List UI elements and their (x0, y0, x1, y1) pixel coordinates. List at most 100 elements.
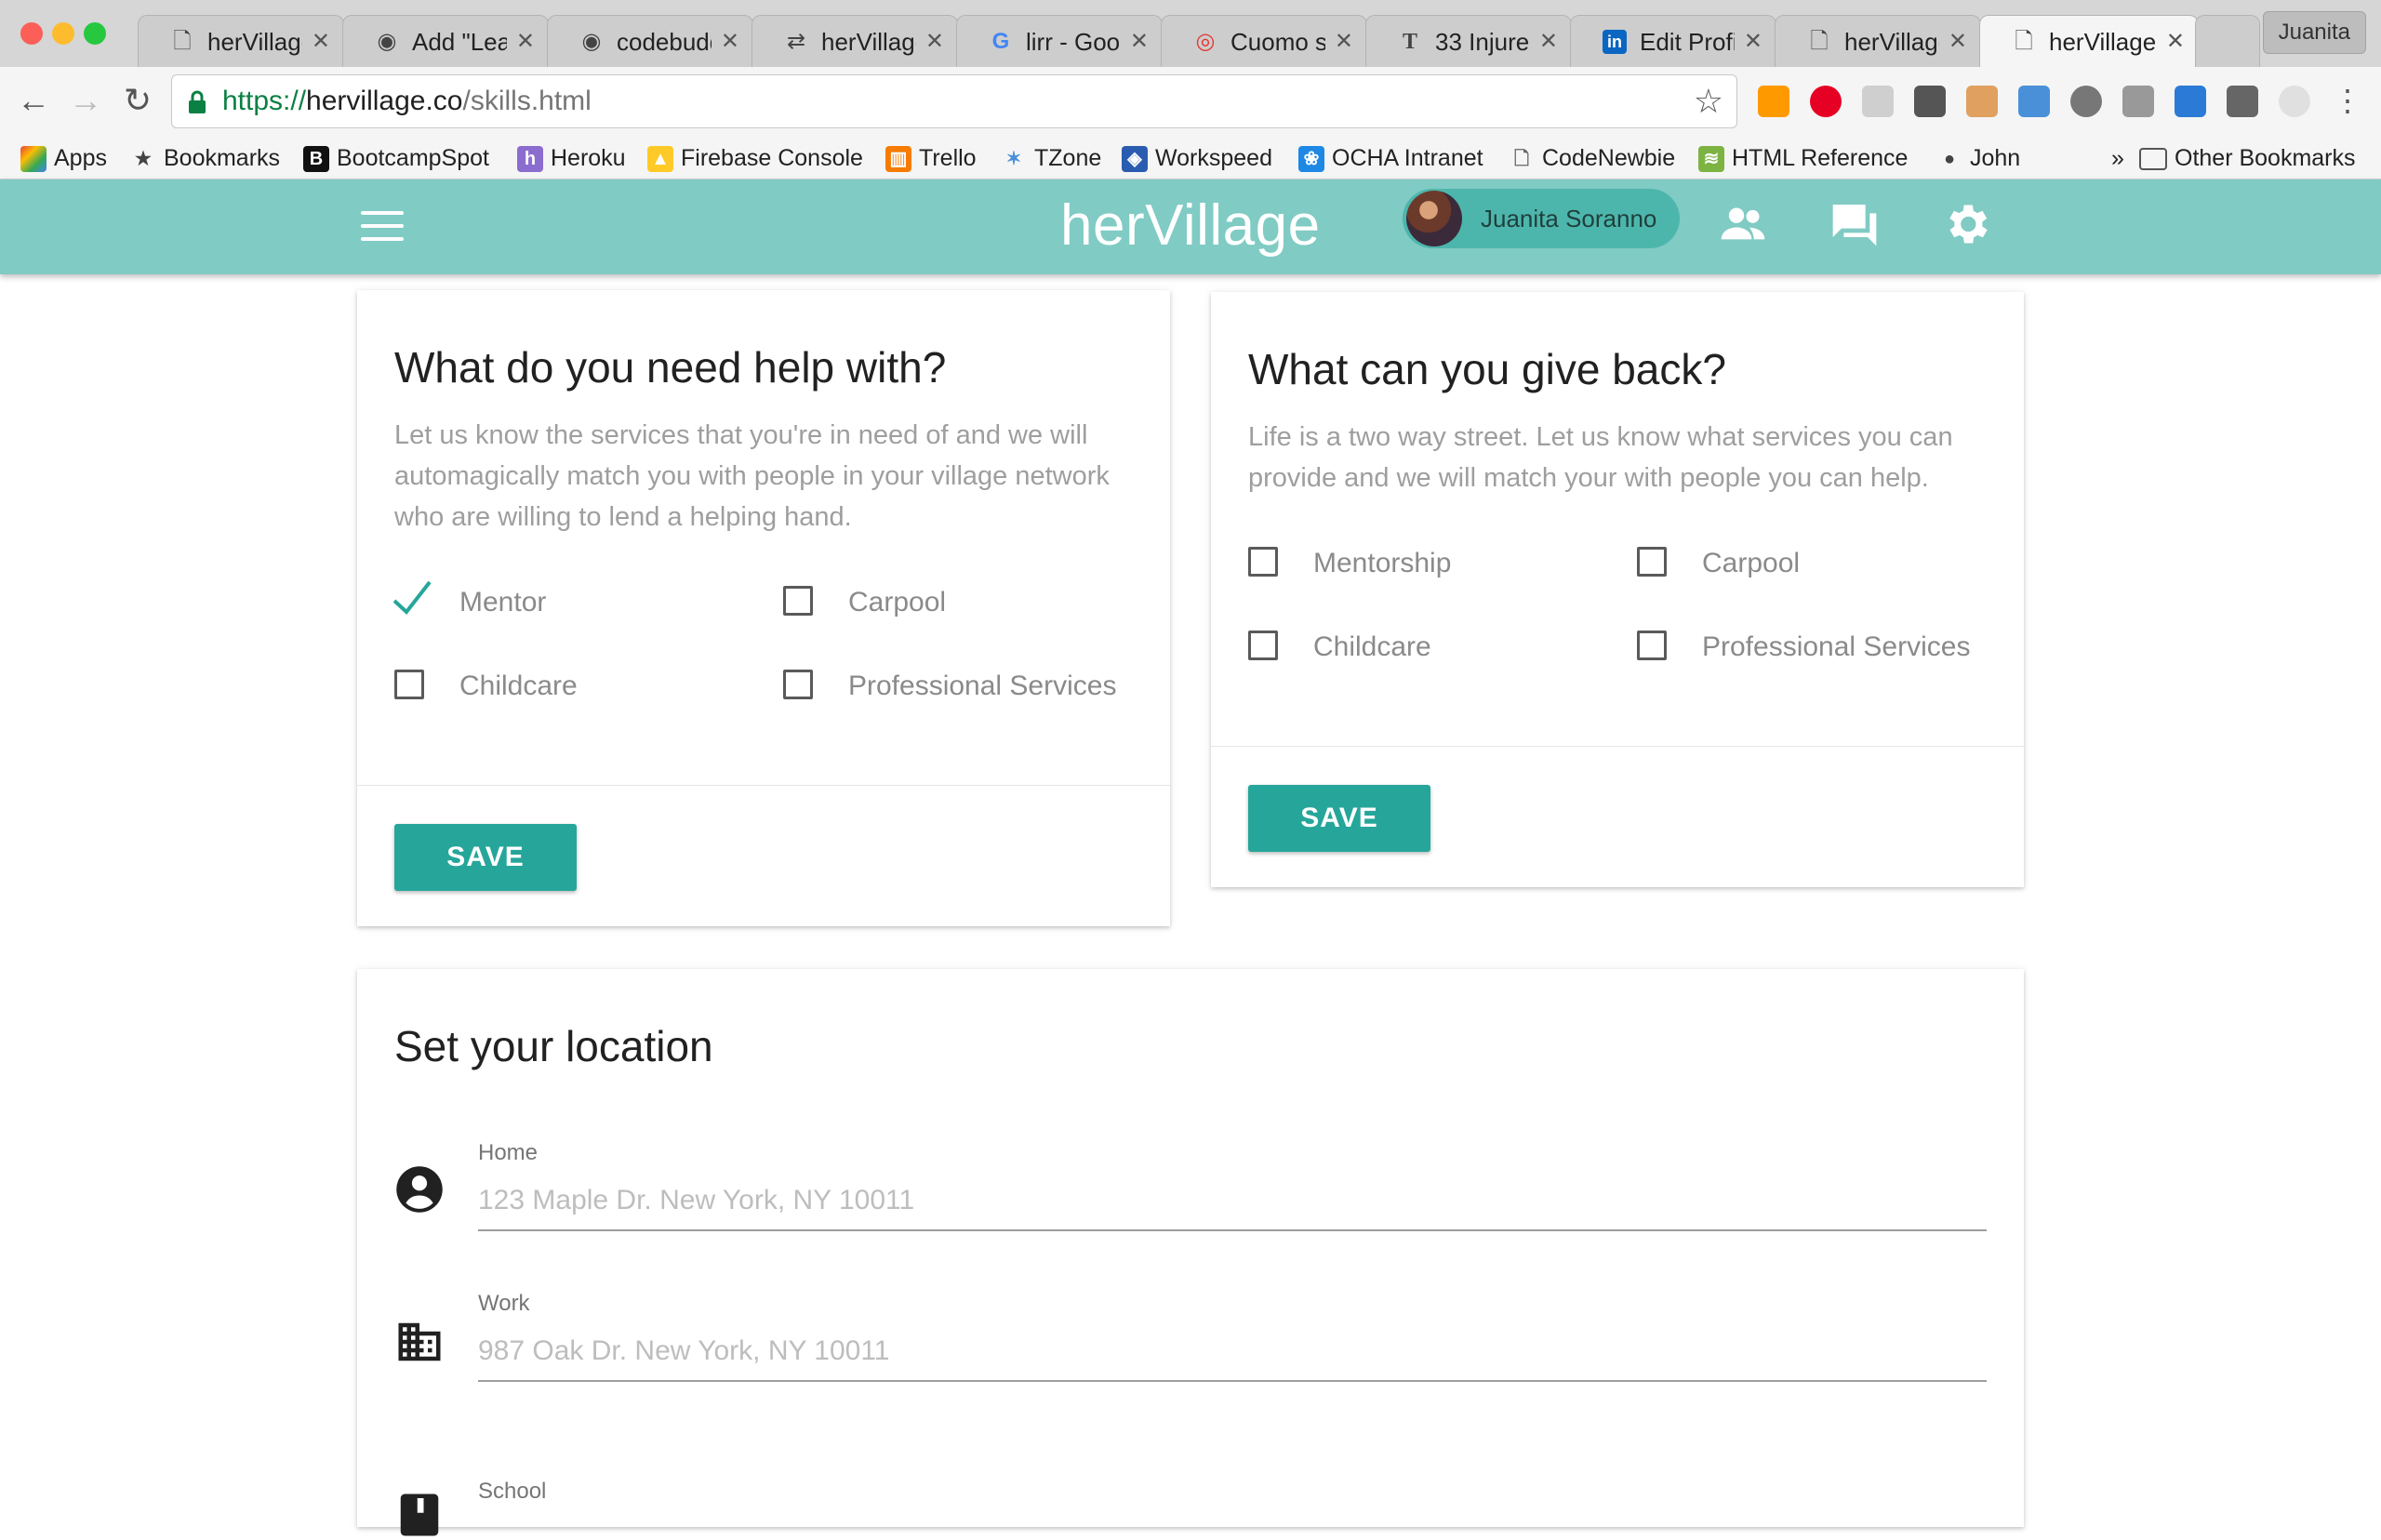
forward-arrow-icon[interactable]: → (65, 80, 106, 121)
checkbox-box (1248, 631, 1278, 660)
bookmark-codenewbie[interactable]: 🗋 CodeNewbie (1509, 138, 1675, 179)
browser-tab-active[interactable]: 🗋 herVillage ✕ (1979, 15, 2199, 69)
trello-icon: ▥ (885, 146, 911, 173)
work-field: Work 987 Oak Dr. New York, NY 10011 (357, 1252, 2024, 1391)
address-bar[interactable]: https://hervillage.co/skills.html ☆ (171, 74, 1737, 128)
drive-extension-icon[interactable] (1862, 86, 1894, 117)
browser-tab[interactable]: ◉ Add "Lear ✕ (342, 15, 549, 67)
tab-close-icon[interactable]: ✕ (1539, 16, 1558, 68)
tab-close-icon[interactable]: ✕ (1949, 16, 1967, 68)
browser-tab[interactable]: G lirr - Goog ✕ (956, 15, 1163, 67)
browser-tab[interactable]: ⇄ herVillage ✕ (752, 15, 958, 67)
people-icon[interactable] (1717, 198, 1769, 250)
sync-extension-icon[interactable] (2175, 86, 2206, 117)
hamburger-menu-icon[interactable] (361, 207, 406, 245)
eyedropper-extension-icon[interactable] (2018, 86, 2050, 117)
card-divider (357, 785, 1170, 786)
need-help-description: Let us know the services that you're in … (394, 420, 1110, 532)
browser-profile-button[interactable]: Juanita (2262, 11, 2366, 54)
location-card: Set your location Home 123 Maple Dr. New… (357, 969, 2024, 1536)
browser-tab[interactable]: ◉ codebudd ✕ (547, 15, 753, 67)
browser-tab[interactable]: ◎ Cuomo sa ✕ (1161, 15, 1367, 67)
pocket-extension-icon[interactable] (1914, 86, 1946, 117)
tab-close-icon[interactable]: ✕ (1744, 16, 1762, 68)
tab-close-icon[interactable]: ✕ (1335, 16, 1353, 68)
handshake-icon: ⇄ (786, 29, 806, 54)
apple-icon: ● (1943, 149, 1956, 170)
extension-icon[interactable] (2279, 86, 2310, 117)
bookmark-tzone[interactable]: ✶ TZone (1001, 138, 1102, 179)
page-icon: 🗋 (1513, 149, 1530, 170)
tab-title: herVillage (207, 28, 302, 56)
pinterest-extension-icon[interactable] (1810, 86, 1842, 117)
tab-close-icon[interactable]: ✕ (721, 16, 739, 68)
new-tab-button[interactable] (2195, 15, 2260, 67)
browser-tab[interactable]: 🗋 herVillage ✕ (1775, 15, 1981, 67)
work-label: Work (478, 1291, 530, 1316)
ocha-icon: ❀ (1298, 146, 1324, 173)
tab-close-icon[interactable]: ✕ (925, 16, 944, 68)
need-help-card: What do you need help with? Let us know … (357, 290, 1170, 926)
bookmark-ocha[interactable]: ❀ OCHA Intranet (1298, 138, 1483, 179)
window-close-button[interactable] (20, 22, 43, 45)
user-chip[interactable]: Juanita Soranno (1403, 189, 1680, 248)
bookmark-heroku[interactable]: h Heroku (517, 138, 626, 179)
tab-close-icon[interactable]: ✕ (312, 16, 330, 68)
settings-gear-icon[interactable] (1940, 198, 1992, 250)
need-help-save-button[interactable]: SAVE (394, 824, 577, 891)
tab-close-icon[interactable]: ✕ (2166, 16, 2185, 68)
checkbox-label: Childcare (459, 670, 578, 701)
browser-menu-icon[interactable]: ⋮ (2327, 80, 2368, 121)
reload-icon[interactable]: ↻ (117, 80, 158, 121)
give-back-card: What can you give back? Life is a two wa… (1211, 292, 2024, 887)
checkbox-label: Mentorship (1313, 548, 1452, 578)
tzone-icon: ✶ (1005, 149, 1022, 170)
tab-title: Add "Lear (412, 28, 507, 56)
page-icon: 🗋 (1810, 29, 1829, 54)
tab-close-icon[interactable]: ✕ (516, 16, 535, 68)
evernote-extension-icon[interactable] (2227, 86, 2258, 117)
bookmark-bookmarks[interactable]: ★ Bookmarks (130, 138, 280, 179)
school-icon (400, 1494, 439, 1536)
bookmarks-overflow-icon[interactable]: » (2111, 138, 2124, 179)
bookmark-trello[interactable]: ▥ Trello (885, 138, 977, 179)
bookmark-apps[interactable]: Apps (20, 138, 107, 179)
window-zoom-button[interactable] (84, 22, 106, 45)
page-icon: 🗋 (2015, 29, 2033, 54)
checkbox-box (1637, 547, 1667, 577)
brand-logo[interactable]: herVillage (1060, 179, 1321, 272)
location-title: Set your location (394, 1022, 713, 1070)
bookmark-html-reference[interactable]: ≋ HTML Reference (1698, 138, 1908, 179)
amazon-extension-icon[interactable] (1758, 86, 1789, 117)
browser-tab[interactable]: 🗋 herVillage ✕ (138, 15, 344, 67)
window-minimize-button[interactable] (52, 22, 74, 45)
give-back-save-button[interactable]: SAVE (1248, 785, 1430, 852)
bookmark-workspeed[interactable]: ◈ Workspeed (1122, 138, 1272, 179)
app-header: herVillage Juanita Soranno (0, 179, 2381, 274)
tab-close-icon[interactable]: ✕ (1130, 16, 1149, 68)
bookmark-star-icon[interactable]: ☆ (1694, 83, 1723, 120)
tab-title: Edit Profil (1640, 28, 1735, 56)
work-address-input[interactable]: 987 Oak Dr. New York, NY 10011 (478, 1335, 1987, 1382)
ruler-extension-icon[interactable] (1966, 86, 1998, 117)
bookmark-bootcampspot[interactable]: B BootcampSpot (303, 138, 489, 179)
checkbox-box (783, 670, 813, 699)
home-field: Home 123 Maple Dr. New York, NY 10011 (357, 1101, 2024, 1241)
tab-title: lirr - Goog (1026, 28, 1121, 56)
account-circle-icon (396, 1166, 443, 1213)
tab-title: herVillage (2049, 28, 2157, 56)
user-name: Juanita Soranno (1481, 205, 1657, 232)
browser-tab[interactable]: T 33 Injured ✕ (1365, 15, 1572, 67)
chat-icon[interactable] (1829, 198, 1881, 250)
back-arrow-icon[interactable]: ← (13, 80, 54, 121)
other-bookmarks-folder[interactable]: Other Bookmarks (2139, 138, 2356, 179)
checkbox-label: Mentor (459, 587, 547, 617)
browser-tab[interactable]: in Edit Profil ✕ (1570, 15, 1776, 67)
bookmark-john[interactable]: ● John (1936, 138, 2020, 179)
screenshot-extension-icon[interactable] (2122, 86, 2154, 117)
tab-title: herVillage (1844, 28, 1939, 56)
home-address-input[interactable]: 123 Maple Dr. New York, NY 10011 (478, 1185, 1987, 1231)
bootcampspot-icon: B (303, 146, 329, 173)
bookmark-firebase[interactable]: ▲ Firebase Console (647, 138, 863, 179)
extension-icon[interactable] (2070, 86, 2102, 117)
